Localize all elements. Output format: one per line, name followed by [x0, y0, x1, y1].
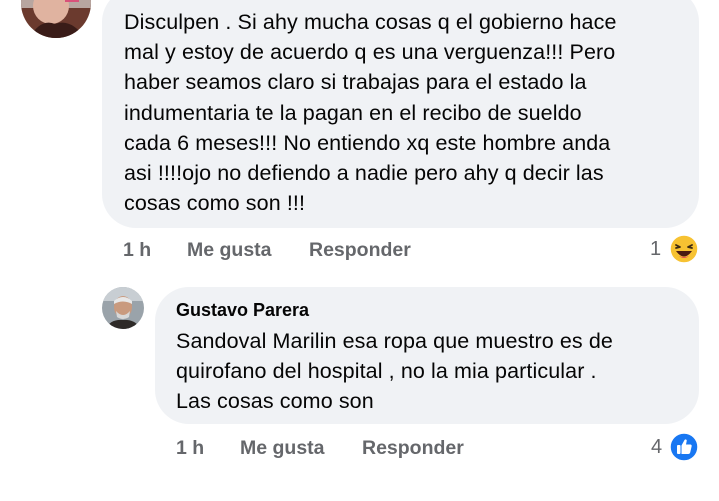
reply-author-name[interactable]: Gustavo Parera	[176, 300, 309, 321]
reply-reply-button[interactable]: Responder	[362, 437, 464, 460]
reply-reaction-count[interactable]: 4	[651, 436, 662, 459]
comment-text: Disculpen . Si ahy mucha cosas q el gobi…	[124, 10, 617, 216]
like-thumb-icon[interactable]	[669, 432, 699, 462]
reply-like-button[interactable]: Me gusta	[240, 437, 325, 460]
reply-bubble: Gustavo Parera Sandoval Marilin esa ropa…	[155, 287, 699, 424]
reaction-count[interactable]: 1	[650, 238, 661, 261]
reply-timestamp[interactable]: 1 h	[176, 437, 204, 460]
comment-actions: 1 h Me gusta Responder	[0, 239, 719, 265]
comment-timestamp[interactable]: 1 h	[123, 239, 151, 262]
commenter-avatar[interactable]	[21, 0, 91, 38]
reply-button[interactable]: Responder	[309, 239, 411, 262]
reply-author-avatar[interactable]	[102, 287, 144, 329]
haha-emoji-icon[interactable]	[669, 234, 699, 264]
comment-bubble: Disculpen . Si ahy mucha cosas q el gobi…	[102, 0, 699, 228]
reply-actions: 1 h Me gusta Responder	[0, 437, 719, 463]
reply-text: Sandoval Marilin esa ropa que muestro es…	[176, 329, 613, 414]
like-button[interactable]: Me gusta	[187, 239, 272, 262]
